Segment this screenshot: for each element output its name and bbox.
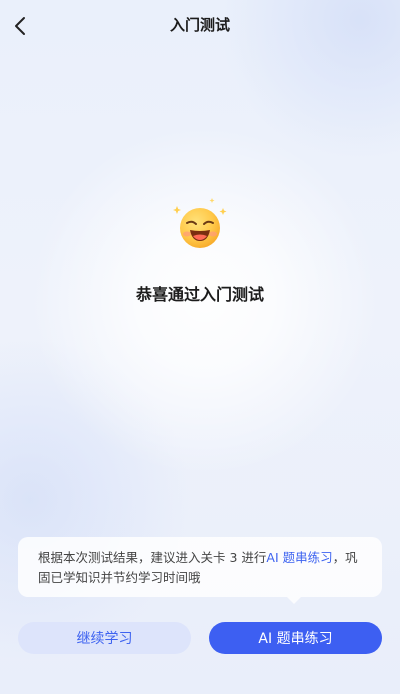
header: 入门测试 [0,0,400,52]
tip-pointer [287,597,301,604]
laughing-face-icon [173,198,227,248]
continue-learning-button[interactable]: 继续学习 [18,622,191,654]
page-title: 入门测试 [169,16,230,34]
recommendation-tip: 根据本次测试结果，建议进入关卡 3 进行AI 题串练习，巩固已学知识并节约学习时… [18,537,382,597]
ai-practice-button[interactable]: AI 题串练习 [209,622,382,654]
result-title: 恭喜通过入门测试 [135,285,264,304]
tip-text-before: 根据本次测试结果，建议进入关卡 3 进行 [38,550,267,565]
tip-ai-practice-link[interactable]: AI 题串练习 [266,550,332,565]
